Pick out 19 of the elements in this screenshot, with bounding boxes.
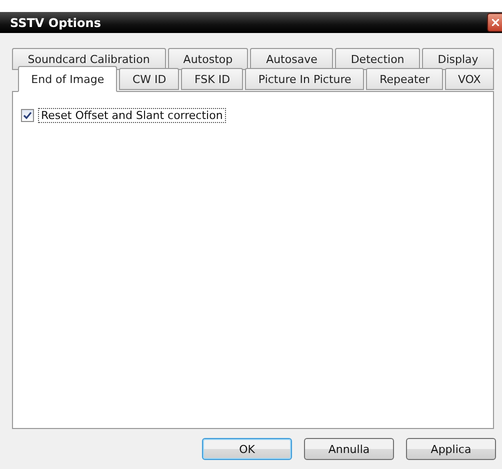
window-title: SSTV Options [10, 16, 101, 30]
tab[interactable]: Autostop [168, 48, 248, 70]
tab[interactable]: CW ID [119, 68, 180, 90]
tab[interactable]: VOX [444, 68, 494, 90]
checkbox-label: Reset Offset and Slant correction [38, 108, 226, 123]
dialog-button[interactable]: Applica [406, 438, 496, 460]
tab[interactable]: End of Image [18, 66, 118, 92]
tab[interactable]: Detection [335, 48, 420, 70]
tab[interactable]: Autosave [250, 48, 334, 70]
tab[interactable]: FSK ID [181, 68, 244, 90]
checkmark-icon [23, 111, 32, 120]
tab[interactable]: Display [422, 48, 494, 70]
checkbox[interactable] [21, 109, 34, 122]
dialog-button[interactable]: OK [202, 438, 292, 460]
close-button[interactable] [487, 13, 502, 32]
close-icon [492, 19, 498, 26]
dialog-button[interactable]: Annulla [304, 438, 394, 460]
tab[interactable]: Repeater [366, 68, 443, 90]
tab[interactable]: Picture In Picture [245, 68, 364, 90]
